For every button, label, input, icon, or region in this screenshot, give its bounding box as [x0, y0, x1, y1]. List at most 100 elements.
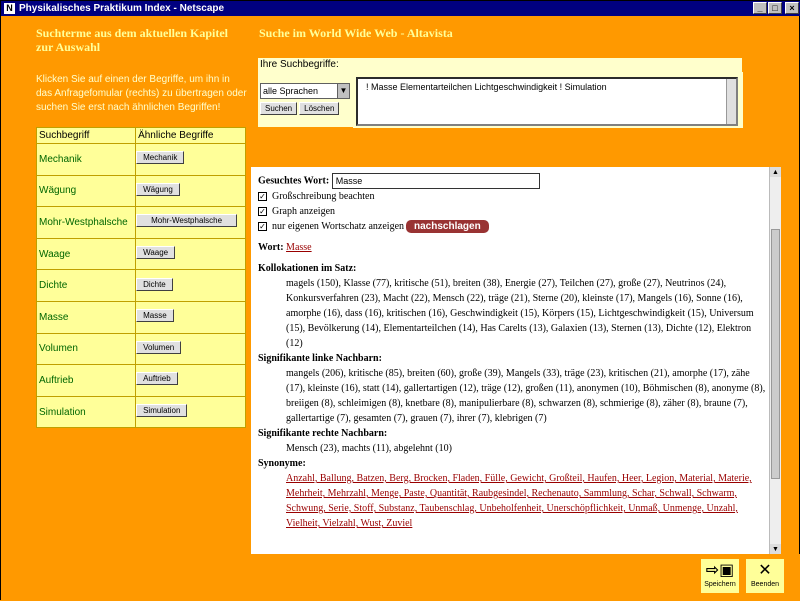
left-heading: Suchterme aus dem aktuellen Kapitel zur … — [36, 26, 228, 54]
checkbox-row-own-vocab: ✓ nur eigenen Wortschatz anzeigen nachsc… — [258, 219, 766, 234]
right-neighbours-section: Signifikante rechte Nachbarn: Mensch (23… — [258, 426, 766, 456]
checkbox-row-graph: ✓ Graph anzeigen — [258, 204, 766, 219]
synonyms-section: Synonyme: Anzahl, Ballung, Batzen, Berg,… — [258, 456, 766, 531]
similar-cell: Dichte — [135, 269, 246, 302]
right-heading: Suche im World Wide Web - Altavista — [259, 26, 453, 40]
save-button[interactable]: ⇨▣ Speichern — [701, 559, 739, 593]
term-row: Waage Waage — [35, 237, 246, 271]
term-link[interactable]: Waage — [35, 237, 137, 271]
maximize-icon[interactable]: □ — [768, 2, 782, 14]
query-scrollbar[interactable] — [726, 79, 736, 124]
window-title: Physikalisches Praktikum Index - Netscap… — [19, 3, 225, 14]
left-neighbours-label: Signifikante linke Nachbarn: — [258, 353, 382, 364]
col-header-term: Suchbegriff — [35, 127, 137, 144]
collocations-section: Kollokationen im Satz: magels (150), Kla… — [258, 261, 766, 351]
save-label: Speichern — [704, 581, 736, 588]
term-row: Masse Masse — [35, 300, 246, 334]
similar-terms-button[interactable]: Masse — [136, 309, 174, 323]
close-icon[interactable]: × — [785, 2, 799, 14]
close-x-icon: ✕ — [758, 560, 772, 579]
own-vocab-checkbox[interactable]: ✓ — [258, 222, 267, 231]
similar-terms-button[interactable]: Dichte — [136, 277, 173, 291]
language-select-value: alle Sprachen — [263, 86, 319, 96]
term-table-body: Mechanik Mechanik Wägung Wägung Mohr-Westpha… — [35, 143, 246, 429]
similar-terms-button[interactable]: Simulation — [136, 404, 188, 418]
scroll-down-icon[interactable]: ▼ — [770, 544, 781, 554]
similar-terms-button[interactable]: Volumen — [136, 340, 182, 354]
search-buttons: Suchen Löschen — [260, 102, 353, 115]
quit-label: Beenden — [750, 581, 780, 588]
word-row: Wort: Masse — [258, 240, 766, 255]
term-row: Mohr-Westphalsche Mohr-Westphalsche — [35, 206, 246, 239]
term-link[interactable]: Volumen — [35, 332, 137, 366]
term-link[interactable]: Simulation — [35, 395, 137, 429]
browser-window: N Physikalisches Praktikum Index - Netsc… — [0, 0, 800, 601]
result-panel: Gesuchtes Wort: Masse ✓ Großschreibung b… — [251, 167, 781, 554]
scroll-up-icon[interactable]: ▲ — [770, 167, 781, 177]
col-header-similar: Ähnliche Begriffe — [135, 127, 246, 144]
chevron-down-icon[interactable]: ▼ — [337, 84, 349, 98]
result-scrollbar[interactable]: ▲ ▼ — [769, 167, 781, 554]
term-link[interactable]: Wägung — [35, 174, 137, 208]
quit-button[interactable]: ✕ Beenden — [746, 559, 784, 593]
similar-cell: Simulation — [135, 395, 246, 429]
bottom-bar — [1, 554, 800, 601]
term-row: Auftrieb Auftrieb — [35, 364, 246, 397]
search-button[interactable]: Suchen — [260, 102, 298, 115]
left-intro-text: Klicken Sie auf einen der Begriffe, um i… — [36, 74, 247, 113]
graph-checkbox-label: Graph anzeigen — [272, 206, 336, 217]
similar-terms-button[interactable]: Mechanik — [136, 151, 185, 165]
term-table-header: Suchbegriff Ähnliche Begriffe — [35, 127, 246, 144]
term-link[interactable]: Mohr-Westphalsche — [35, 206, 137, 239]
language-select[interactable]: alle Sprachen ▼ — [260, 83, 350, 99]
right-neighbours-list[interactable]: Mensch (23), machts (11), abgelehnt (10) — [258, 441, 766, 456]
sought-word-label: Gesuchtes Wort: — [258, 175, 330, 187]
window-controls: _ □ × — [753, 2, 799, 14]
minimize-icon[interactable]: _ — [753, 2, 767, 14]
search-controls: alle Sprachen ▼ Suchen Löschen — [258, 72, 353, 127]
term-row: Simulation Simulation — [35, 395, 246, 429]
synonyms-list[interactable]: Anzahl, Ballung, Batzen, Berg, Brocken, … — [258, 471, 766, 531]
title-bar: N Physikalisches Praktikum Index - Netsc… — [1, 1, 800, 16]
collocations-list[interactable]: magels (150), Klasse (77), kritische (51… — [258, 276, 766, 351]
similar-cell: Masse — [135, 300, 246, 334]
checkbox-row-case: ✓ Großschreibung beachten — [258, 189, 766, 204]
collocations-label: Kollokationen im Satz: — [258, 263, 357, 274]
word-label: Wort: — [258, 242, 284, 253]
case-checkbox[interactable]: ✓ — [258, 192, 267, 201]
search-panel-label: Ihre Suchbegriffe: — [258, 58, 742, 72]
right-neighbours-label: Signifikante rechte Nachbarn: — [258, 428, 388, 439]
term-link[interactable]: Auftrieb — [35, 364, 137, 397]
left-neighbours-section: Signifikante linke Nachbarn: mangels (20… — [258, 351, 766, 426]
similar-cell: Wägung — [135, 174, 246, 208]
save-icon: ⇨▣ — [705, 560, 735, 579]
own-vocab-checkbox-label: nur eigenen Wortschatz anzeigen — [272, 221, 405, 232]
scroll-thumb[interactable] — [771, 229, 780, 479]
query-text: ! Masse Elementarteilchen Lichtgeschwind… — [366, 82, 607, 92]
similar-terms-button[interactable]: Waage — [136, 246, 176, 260]
graph-checkbox[interactable]: ✓ — [258, 207, 267, 216]
similar-terms-button[interactable]: Mohr-Westphalsche — [136, 214, 238, 228]
left-neighbours-list[interactable]: mangels (206), kritische (85), breiten (… — [258, 366, 766, 426]
lookup-button[interactable]: nachschlagen — [406, 220, 489, 233]
word-link[interactable]: Masse — [286, 242, 312, 253]
similar-cell: Auftrieb — [135, 364, 246, 397]
term-link[interactable]: Mechanik — [35, 143, 137, 176]
term-row: Wägung Wägung — [35, 174, 246, 208]
similar-terms-button[interactable]: Auftrieb — [136, 372, 178, 386]
clear-button[interactable]: Löschen — [299, 102, 340, 115]
similar-cell: Volumen — [135, 332, 246, 366]
case-checkbox-label: Großschreibung beachten — [272, 191, 375, 202]
result-content: Gesuchtes Wort: Masse ✓ Großschreibung b… — [258, 173, 766, 531]
similar-terms-button[interactable]: Wägung — [136, 182, 180, 196]
term-row: Dichte Dichte — [35, 269, 246, 302]
term-link[interactable]: Dichte — [35, 269, 137, 302]
term-link[interactable]: Masse — [35, 300, 137, 334]
term-row: Volumen Volumen — [35, 332, 246, 366]
synonyms-label: Synonyme: — [258, 458, 306, 469]
sought-word-input[interactable]: Masse — [331, 173, 540, 189]
query-textarea[interactable]: ! Masse Elementarteilchen Lichtgeschwind… — [356, 77, 738, 126]
similar-cell: Mohr-Westphalsche — [135, 206, 246, 239]
similar-cell: Mechanik — [135, 143, 246, 176]
similar-cell: Waage — [135, 237, 246, 271]
